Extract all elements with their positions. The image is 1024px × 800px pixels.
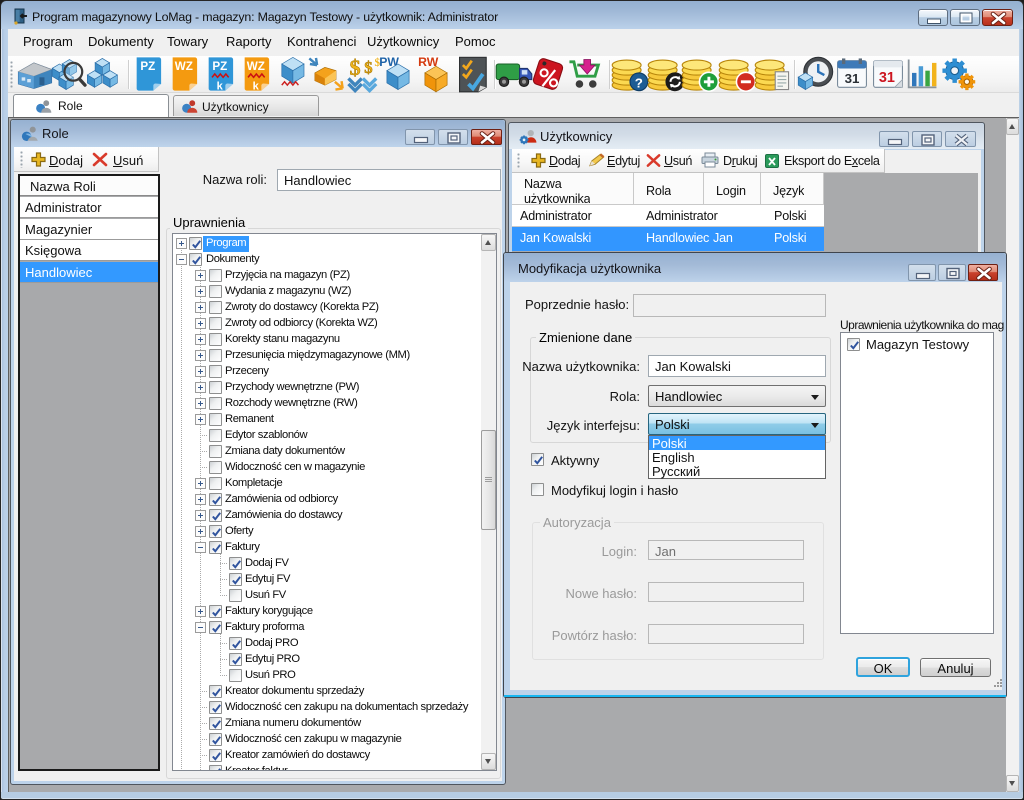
- svg-text:PZ: PZ: [212, 60, 227, 73]
- svg-text:WZ: WZ: [247, 60, 265, 73]
- svg-text:31: 31: [845, 71, 860, 86]
- svg-text:k: k: [253, 81, 260, 93]
- svg-text:31: 31: [879, 70, 895, 86]
- svg-text:?: ?: [635, 75, 643, 90]
- svg-text:WZ: WZ: [175, 60, 193, 73]
- svg-text:$: $: [350, 55, 361, 80]
- svg-text:$: $: [364, 58, 372, 77]
- svg-text:PZ: PZ: [140, 60, 155, 73]
- svg-text:k: k: [217, 81, 224, 93]
